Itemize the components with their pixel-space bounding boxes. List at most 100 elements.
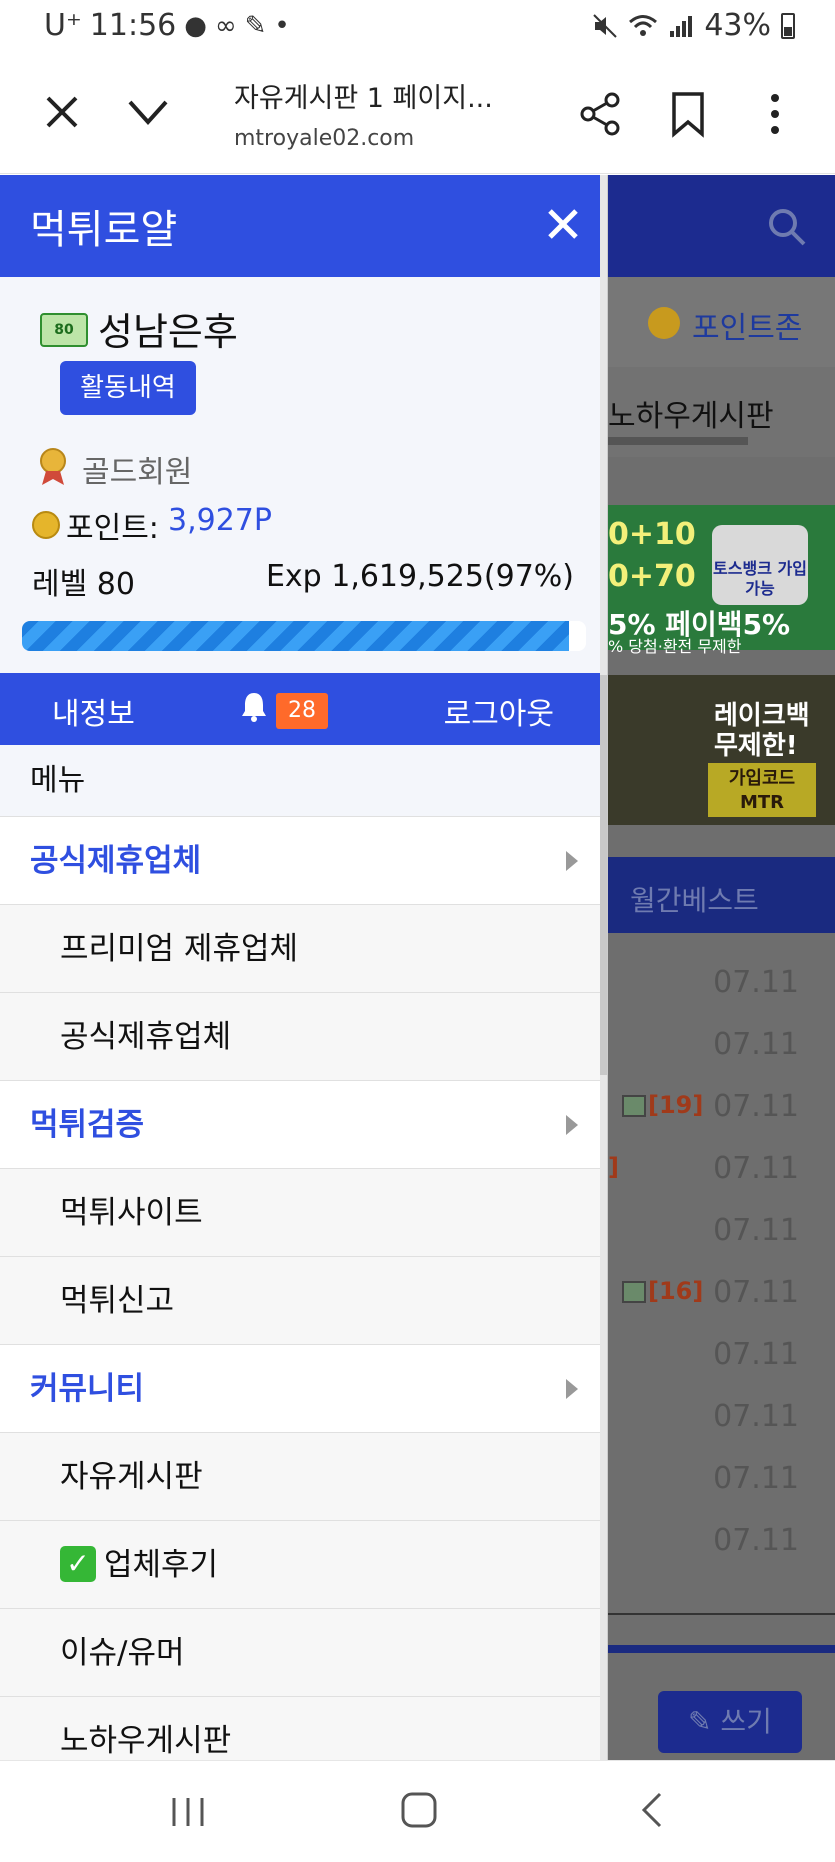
- scrollbar-thumb[interactable]: [600, 675, 607, 1075]
- comment-count: [16]: [648, 1277, 704, 1305]
- status-bar: U⁺ 11:56 ● ∞ ✎ • 43%: [0, 0, 835, 56]
- tab-monthly-best: 월간베스트: [630, 884, 759, 917]
- activity-history-button[interactable]: 활동내역: [60, 361, 196, 415]
- image-icon: [622, 1281, 646, 1303]
- drawer-scrollbar[interactable]: [600, 175, 607, 1760]
- promo-banner: 0+10 0+70 5% 페이백5% % 당첨·환전 무제한 토스뱅크 가입가능: [608, 505, 835, 656]
- bookmark-icon[interactable]: [668, 90, 708, 138]
- menu-heading: 메뉴: [0, 745, 600, 817]
- message-icon: ●: [184, 10, 207, 41]
- post-date: 07.11: [713, 1399, 799, 1434]
- menu-item-free-board[interactable]: 자유게시판: [0, 1433, 600, 1521]
- browser-toolbar: 자유게시판 1 페이지... mtroyale02.com: [0, 56, 835, 174]
- category-label: 공식제휴업체: [30, 843, 202, 879]
- level-text: 레벨 80: [32, 567, 135, 602]
- banner-line: 0+10: [608, 517, 696, 552]
- knowhow-board-tab: 노하우게시판: [608, 367, 835, 457]
- carrier: U⁺: [44, 8, 82, 43]
- site-logo-text[interactable]: 먹튀로얄: [30, 197, 177, 255]
- menu-category-verification[interactable]: 먹튀검증: [0, 1081, 600, 1169]
- menu-item-official-partners[interactable]: 공식제휴업체: [0, 993, 600, 1081]
- write-button: ✎ 쓰기: [658, 1691, 802, 1753]
- back-icon[interactable]: [640, 1791, 664, 1829]
- app-icon: ✎: [244, 10, 267, 41]
- menu-list: 메뉴 공식제휴업체 프리미엄 제휴업체 공식제휴업체 먹튀검증 먹튀사이트 먹튀…: [0, 745, 600, 1760]
- share-icon[interactable]: [576, 90, 624, 138]
- post-date: 07.11: [713, 965, 799, 1000]
- exp-progress-fill: [22, 621, 570, 651]
- post-date: 07.11: [713, 1523, 799, 1558]
- close-drawer-icon[interactable]: [544, 205, 582, 243]
- pencil-icon: ✎: [688, 1705, 721, 1738]
- menu-item-premium-partners[interactable]: 프리미엄 제휴업체: [0, 905, 600, 993]
- post-date: 07.11: [713, 1275, 799, 1310]
- menu-item-reviews[interactable]: ✓ 업체후기: [0, 1521, 600, 1609]
- write-label: 쓰기: [720, 1705, 772, 1738]
- search-icon: [769, 209, 806, 246]
- list-item: 07.11: [608, 1387, 835, 1449]
- divider: [608, 1613, 835, 1615]
- list-item: ] 07.11: [608, 1139, 835, 1201]
- bell-icon[interactable]: [240, 691, 268, 723]
- menu-item-scam-report[interactable]: 먹튀신고: [0, 1257, 600, 1345]
- post-date: 07.11: [713, 1089, 799, 1124]
- menu-item-knowhow-board[interactable]: 노하우게시판: [0, 1697, 600, 1760]
- points-label: 포인트:: [66, 511, 159, 546]
- logout-link[interactable]: 로그아웃: [444, 689, 554, 733]
- checkmark-icon: ✓: [60, 1545, 96, 1582]
- status-left: U⁺ 11:56 ● ∞ ✎ •: [44, 8, 290, 43]
- category-label: 먹튀검증: [30, 1107, 145, 1143]
- menu-item-issue-humor[interactable]: 이슈/유머: [0, 1609, 600, 1697]
- list-item: [19] 07.11: [608, 1077, 835, 1139]
- site-header: [608, 175, 835, 277]
- list-item: 07.11: [608, 1449, 835, 1511]
- medal-icon: [40, 448, 66, 485]
- page-title: 자유게시판 1 페이지...: [234, 83, 493, 114]
- notification-count-badge[interactable]: 28: [276, 693, 328, 729]
- toss-badge: 토스뱅크 가입가능: [712, 525, 808, 605]
- signal-icon: [670, 15, 693, 37]
- points-value: 3,927P: [168, 503, 272, 538]
- dot-icon: •: [274, 10, 290, 41]
- exp-progress-bar: [22, 621, 586, 651]
- promo-banner: 레이크백 무제한! 가입코드 MTR: [608, 675, 835, 825]
- banner-line: 0+70: [608, 559, 696, 594]
- divider: [608, 1645, 835, 1653]
- knowhow-label: 노하우게시판: [608, 399, 774, 434]
- caret-right-icon: [566, 1115, 578, 1135]
- banner-line: 무제한!: [714, 731, 798, 761]
- menu-category-partners[interactable]: 공식제휴업체: [0, 817, 600, 905]
- menu-item-label: 업체후기: [104, 1547, 219, 1583]
- menu-category-community[interactable]: 커뮤니티: [0, 1345, 600, 1433]
- chevron-down-icon[interactable]: [124, 90, 172, 134]
- home-icon[interactable]: [400, 1791, 438, 1829]
- list-item: 07.11: [608, 1511, 835, 1573]
- page-url[interactable]: mtroyale02.com: [234, 126, 414, 151]
- point-zone-label: 포인트존: [692, 311, 803, 346]
- menu-item-scam-sites[interactable]: 먹튀사이트: [0, 1169, 600, 1257]
- point-zone-link: 포인트존: [608, 277, 835, 367]
- recent-apps-icon[interactable]: [168, 1795, 208, 1829]
- mute-icon: [593, 13, 618, 38]
- image-icon: [622, 1095, 646, 1117]
- post-list: 07.11 07.11 [19] 07.11 ] 07.11 07.11 [16] 0…: [608, 953, 835, 1573]
- best-tabs: 월간베스트: [608, 857, 835, 933]
- my-info-link[interactable]: 내정보: [52, 689, 135, 733]
- battery-icon: [781, 12, 795, 39]
- coin-icon: [32, 511, 60, 539]
- wifi-icon: [629, 14, 658, 36]
- background-page: 포인트존 노하우게시판 0+10 0+70 5% 페이백5% % 당첨·환전 무…: [608, 175, 835, 1760]
- close-icon[interactable]: [40, 90, 84, 134]
- drawer-header: 먹튀로얄: [0, 175, 607, 277]
- nickname: 성남은후: [98, 310, 238, 354]
- post-date: 07.11: [713, 1461, 799, 1496]
- more-vert-icon[interactable]: [760, 90, 790, 138]
- list-item: 07.11: [608, 1201, 835, 1263]
- level-badge-icon: 80: [40, 313, 88, 347]
- post-date: 07.11: [713, 1027, 799, 1062]
- battery-percent: 43%: [704, 8, 771, 43]
- post-date: 07.11: [713, 1337, 799, 1372]
- banner-line: % 당첨·환전 무제한: [608, 637, 742, 656]
- member-grade: 골드회원: [82, 455, 193, 490]
- caret-right-icon: [566, 1379, 578, 1399]
